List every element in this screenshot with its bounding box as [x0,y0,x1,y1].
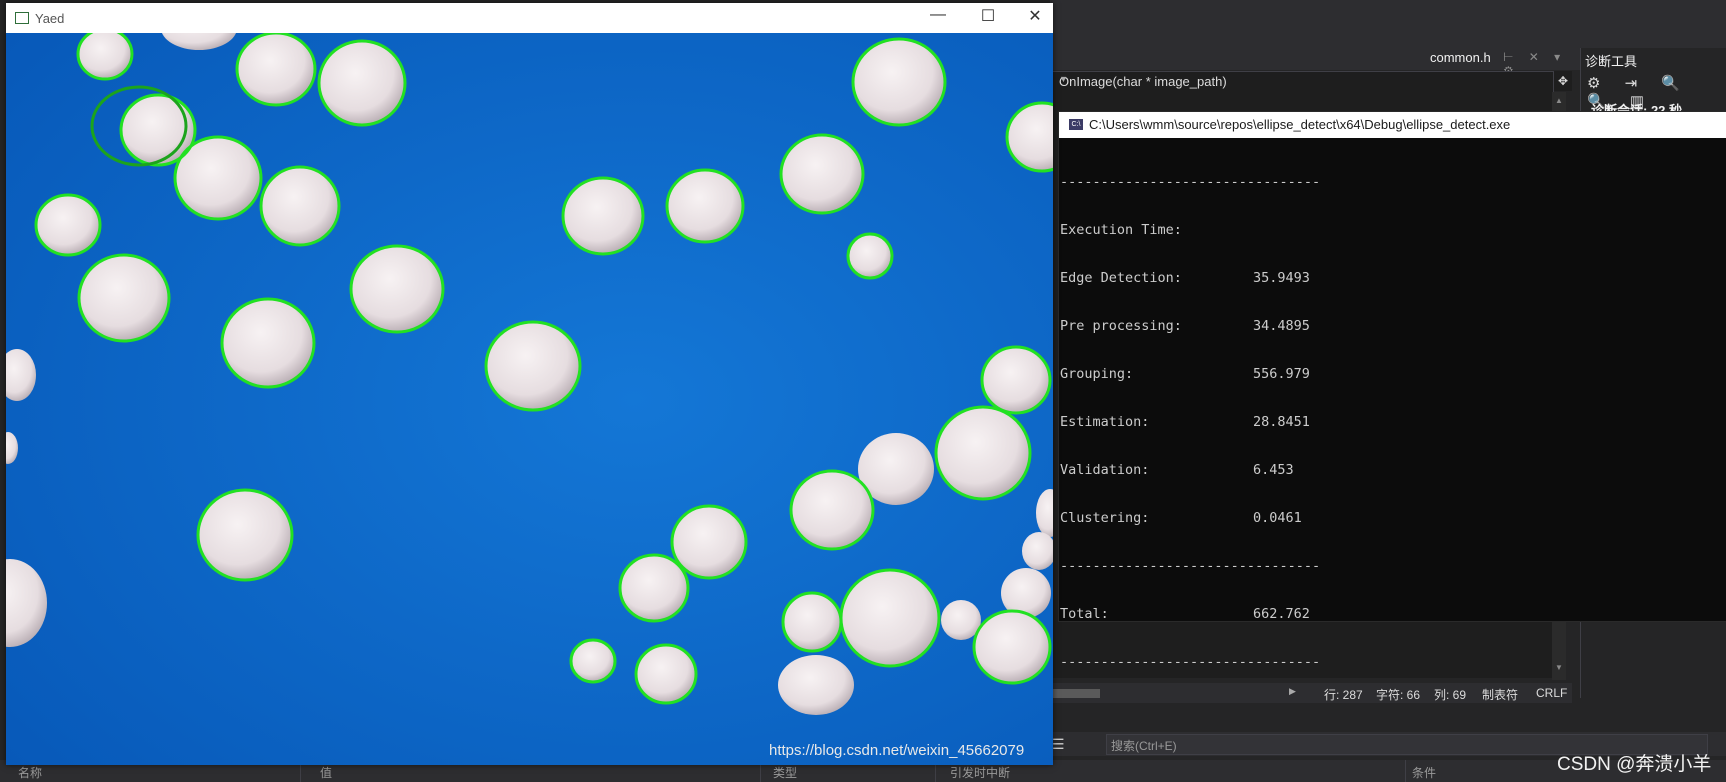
minimize-icon[interactable]: — [927,6,949,24]
status-tabs[interactable]: 制表符 [1482,686,1518,703]
column-divider[interactable] [1405,760,1406,782]
search-placeholder: 搜索(Ctrl+E) [1111,739,1177,753]
console-separator: -------------------------------- [1060,654,1321,670]
close-icon[interactable]: ✕ [1024,6,1046,26]
yaed-title-bar[interactable]: Yaed — ☐ ✕ [6,3,1053,33]
console-app-icon: C:\ [1069,119,1083,130]
detection-image-svg: https://blog.csdn.net/weixin_45662079 [6,33,1053,765]
console-separator: -------------------------------- [1060,174,1321,190]
status-line: 行: 287 [1324,688,1363,702]
yaed-window[interactable]: Yaed — ☐ ✕ https://blog.csdn.net/weixin_… [6,3,1053,765]
ide-top-strip [1050,0,1726,48]
column-condition[interactable]: 条件 [1412,764,1436,781]
column-name[interactable]: 名称 [18,764,42,781]
column-break-when[interactable]: 引发时中断 [950,764,1010,781]
document-tab-bar: common.h ⊢ ✕ ▾ ⚙ [1050,48,1580,78]
scroll-up-icon[interactable]: ▲ [1555,96,1563,105]
console-separator: -------------------------------- [1060,558,1321,574]
detection-image: https://blog.csdn.net/weixin_45662079 [6,33,1053,765]
column-value[interactable]: 值 [320,764,332,781]
list-icon[interactable]: ☰ [1052,736,1065,753]
console-total: Total: 662.762 [1060,606,1310,622]
status-eol[interactable]: CRLF [1536,686,1567,700]
console-title: C:\Users\wmm\source\repos\ellipse_detect… [1089,117,1511,132]
function-navigation-dropdown[interactable]: OnImage(char * image_path) ▼ [1052,71,1554,93]
console-row: Clustering: 0.0461 [1060,510,1302,526]
console-row: Validation: 6.453 [1060,462,1294,478]
maximize-icon[interactable]: ☐ [977,6,999,26]
console-heading: Execution Time: [1060,222,1182,238]
console-row: Estimation: 28.8451 [1060,414,1310,430]
console-title-bar[interactable]: C:\ C:\Users\wmm\source\repos\ellipse_de… [1059,112,1726,138]
status-char: 字符: 66 [1376,688,1421,702]
image-watermark: https://blog.csdn.net/weixin_45662079 [769,742,1024,759]
column-type[interactable]: 类型 [773,764,797,781]
status-col: 列: 69 [1434,688,1467,702]
tab-common-h[interactable]: common.h [1430,50,1491,65]
console-output: -------------------------------- Executi… [1060,142,1320,702]
split-editor-icon[interactable]: ✥ [1554,71,1572,91]
console-row: Pre processing: 34.4895 [1060,318,1310,334]
ball [778,655,854,715]
scroll-down-icon[interactable]: ▼ [1555,663,1563,672]
yaed-title: Yaed [35,11,65,26]
console-row: Grouping: 556.979 [1060,366,1310,382]
window-app-icon [15,12,29,24]
console-window[interactable]: C:\ C:\Users\wmm\source\repos\ellipse_de… [1058,111,1726,670]
console-row: Edge Detection: 35.9493 [1060,270,1310,286]
csdn-watermark: CSDN @奔溃小羊 [1557,754,1712,775]
diag-title: 诊断工具 [1585,54,1638,69]
chevron-down-icon: ▼ [1059,74,1068,84]
